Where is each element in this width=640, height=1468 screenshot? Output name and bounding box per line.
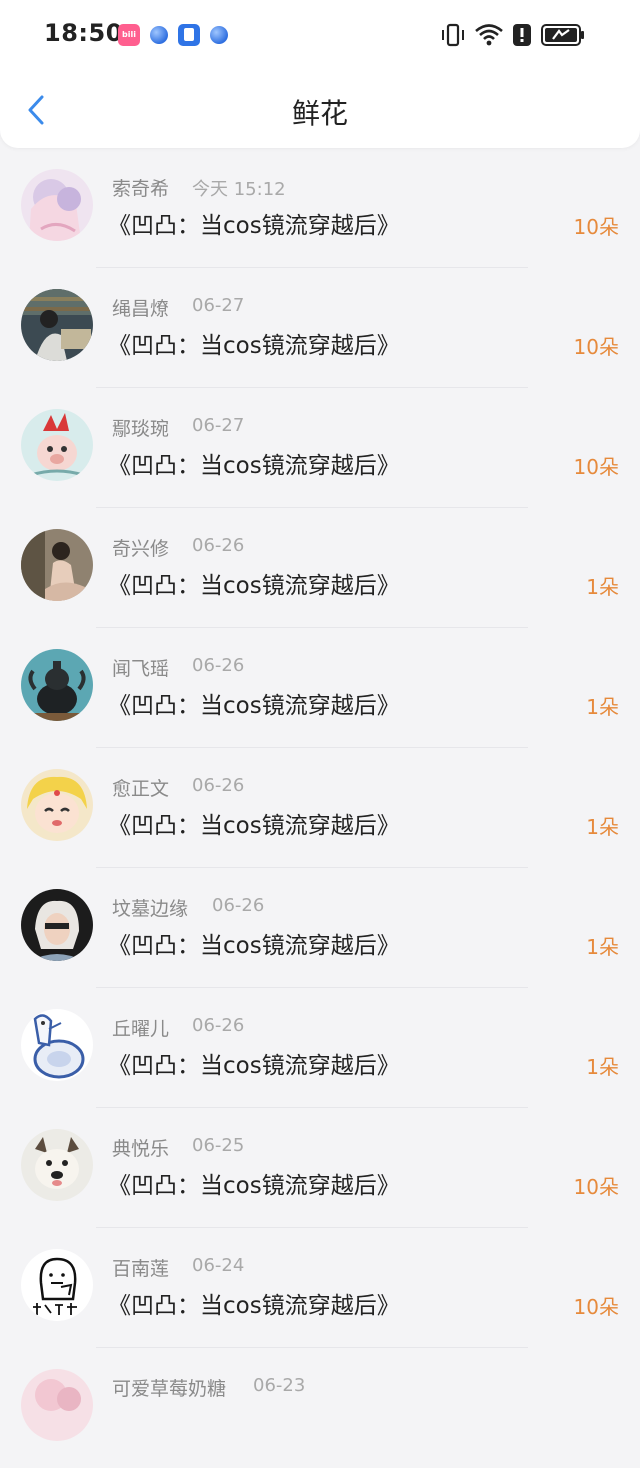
header: 鲜花 <box>0 72 640 148</box>
user-name: 可爱草莓奶糖 <box>112 1378 227 1400</box>
user-name: 闻飞瑶 <box>112 658 170 680</box>
list-item[interactable]: 索奇希 今天 15:12 《凹凸：当cos镜流穿越后》 10朵 <box>0 148 640 268</box>
avatar[interactable] <box>21 1249 93 1321</box>
user-name: 鄢琰琬 <box>112 418 170 440</box>
vpn-key-icon <box>178 24 200 46</box>
work-title[interactable]: 《凹凸：当cos镜流穿越后》 <box>108 686 400 720</box>
timestamp: 06-26 <box>192 1015 245 1036</box>
work-title[interactable]: 《凹凸：当cos镜流穿越后》 <box>108 446 400 480</box>
flower-count: 1朵 <box>586 815 619 839</box>
battery-charging-icon <box>541 24 584 46</box>
timestamp: 06-26 <box>192 775 245 796</box>
flower-count: 1朵 <box>586 695 619 719</box>
timestamp: 今天 15:12 <box>192 179 286 200</box>
user-name: 典悦乐 <box>112 1138 170 1160</box>
flower-count: 10朵 <box>573 335 619 359</box>
list-item[interactable]: 愈正文 06-26 《凹凸：当cos镜流穿越后》 1朵 <box>0 748 640 868</box>
flower-count: 1朵 <box>586 935 619 959</box>
work-title[interactable]: 《凹凸：当cos镜流穿越后》 <box>108 926 400 960</box>
list-item[interactable]: 典悦乐 06-25 《凹凸：当cos镜流穿越后》 10朵 <box>0 1108 640 1228</box>
flower-list: 索奇希 今天 15:12 《凹凸：当cos镜流穿越后》 10朵 绳昌燎 06-2… <box>0 148 640 1468</box>
bilibili-app-icon: bili <box>118 24 140 46</box>
status-bar: 18:50 bili <box>0 0 640 72</box>
user-name: 索奇希 <box>112 178 170 200</box>
flower-count: 10朵 <box>573 1295 619 1319</box>
timestamp: 06-27 <box>192 415 245 436</box>
list-item[interactable]: 百南莲 06-24 《凹凸：当cos镜流穿越后》 10朵 <box>0 1228 640 1348</box>
list-item[interactable]: 奇兴修 06-26 《凹凸：当cos镜流穿越后》 1朵 <box>0 508 640 628</box>
system-icons <box>440 22 600 48</box>
avatar[interactable] <box>21 169 93 241</box>
list-item[interactable]: 坟墓边缘 06-26 《凹凸：当cos镜流穿越后》 1朵 <box>0 868 640 988</box>
timestamp: 06-23 <box>253 1375 306 1396</box>
list-item[interactable]: 绳昌燎 06-27 《凹凸：当cos镜流穿越后》 10朵 <box>0 268 640 388</box>
avatar[interactable] <box>21 649 93 721</box>
avatar[interactable] <box>21 409 93 481</box>
list-item[interactable]: 可爱草莓奶糖 06-23 <box>0 1348 640 1468</box>
flower-count: 10朵 <box>573 215 619 239</box>
work-title[interactable]: 《凹凸：当cos镜流穿越后》 <box>108 1166 400 1200</box>
timestamp: 06-26 <box>192 655 245 676</box>
blue-orb-app-icon <box>210 26 228 44</box>
vibrate-icon <box>442 23 464 47</box>
user-name: 丘曜儿 <box>112 1018 170 1040</box>
user-name: 绳昌燎 <box>112 298 170 320</box>
work-title[interactable]: 《凹凸：当cos镜流穿越后》 <box>108 1046 400 1080</box>
list-item[interactable]: 鄢琰琬 06-27 《凹凸：当cos镜流穿越后》 10朵 <box>0 388 640 508</box>
work-title[interactable]: 《凹凸：当cos镜流穿越后》 <box>108 326 400 360</box>
page-title: 鲜花 <box>291 97 348 130</box>
timestamp: 06-26 <box>192 535 245 556</box>
timestamp: 06-25 <box>192 1135 245 1156</box>
alert-icon <box>513 24 531 46</box>
avatar[interactable] <box>21 1009 93 1081</box>
work-title[interactable]: 《凹凸：当cos镜流穿越后》 <box>108 566 400 600</box>
user-name: 坟墓边缘 <box>112 898 189 920</box>
list-item[interactable]: 闻飞瑶 06-26 《凹凸：当cos镜流穿越后》 1朵 <box>0 628 640 748</box>
avatar[interactable] <box>21 1129 93 1201</box>
flower-count: 1朵 <box>586 1055 619 1079</box>
work-title[interactable]: 《凹凸：当cos镜流穿越后》 <box>108 206 400 240</box>
list-item[interactable]: 丘曜儿 06-26 《凹凸：当cos镜流穿越后》 1朵 <box>0 988 640 1108</box>
flower-count: 10朵 <box>573 1175 619 1199</box>
avatar[interactable] <box>21 1369 93 1441</box>
wifi-icon <box>475 24 503 46</box>
top-bar: 18:50 bili 鲜花 <box>0 0 640 148</box>
user-name: 奇兴修 <box>112 538 170 560</box>
timestamp: 06-26 <box>212 895 265 916</box>
timestamp: 06-24 <box>192 1255 245 1276</box>
avatar[interactable] <box>21 889 93 961</box>
timestamp: 06-27 <box>192 295 245 316</box>
work-title[interactable]: 《凹凸：当cos镜流穿越后》 <box>108 806 400 840</box>
avatar[interactable] <box>21 529 93 601</box>
avatar[interactable] <box>21 289 93 361</box>
status-time: 18:50 <box>44 19 123 47</box>
work-title[interactable]: 《凹凸：当cos镜流穿越后》 <box>108 1286 400 1320</box>
user-name: 愈正文 <box>112 778 170 800</box>
blue-orb-app-icon <box>150 26 168 44</box>
avatar[interactable] <box>21 769 93 841</box>
flower-count: 10朵 <box>573 455 619 479</box>
user-name: 百南莲 <box>112 1258 170 1280</box>
flower-count: 1朵 <box>586 575 619 599</box>
